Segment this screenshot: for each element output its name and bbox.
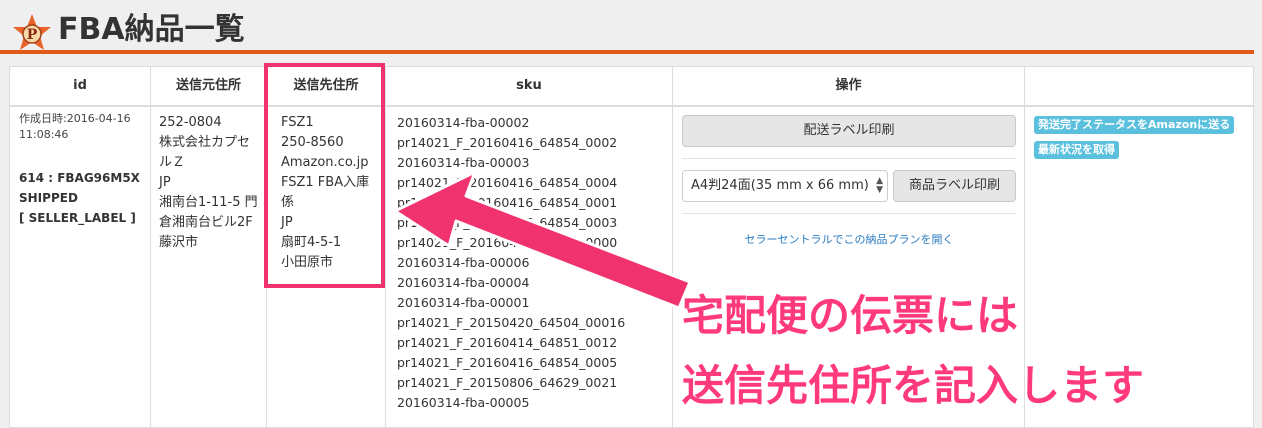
annotation-line-2: 送信先住所を記入します	[682, 361, 1145, 410]
annotation-line-1: 宅配便の伝票には	[682, 291, 1019, 340]
